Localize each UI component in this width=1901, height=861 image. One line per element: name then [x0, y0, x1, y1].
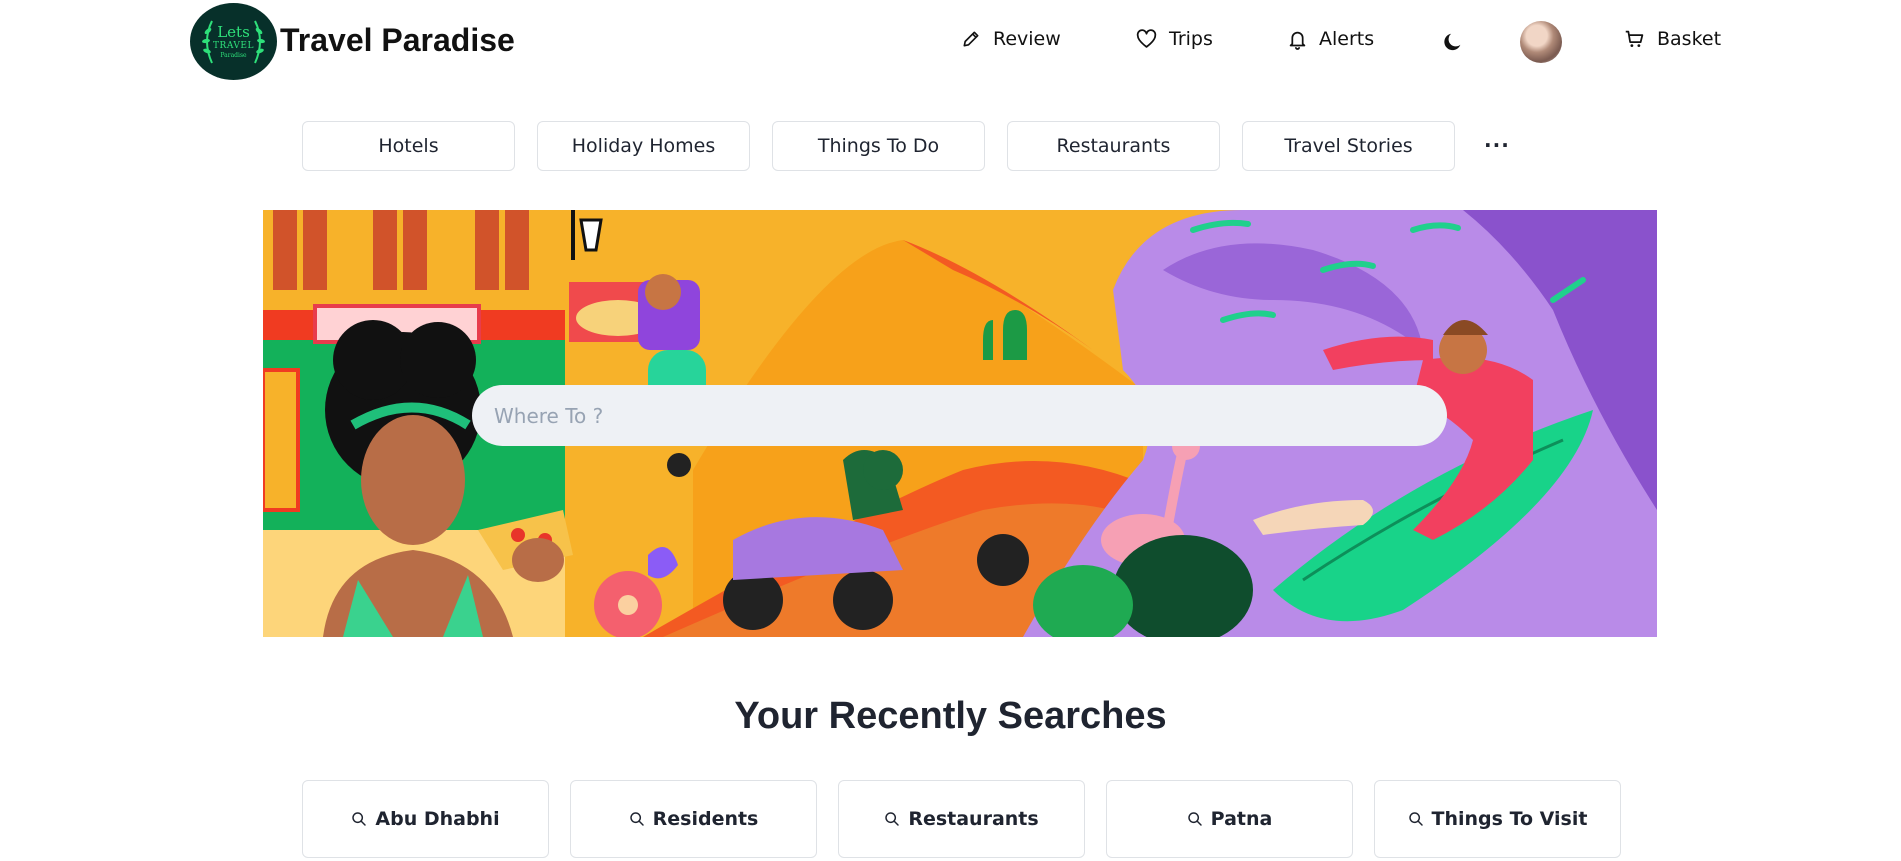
recent-search-label: Patna [1210, 808, 1273, 830]
recent-search-item[interactable]: Patna [1106, 780, 1353, 858]
heart-icon [1136, 29, 1157, 48]
recent-search-label: Restaurants [908, 808, 1039, 830]
recent-search-item[interactable]: Abu Dhabhi [302, 780, 549, 858]
search-icon [629, 812, 644, 826]
cart-icon [1625, 30, 1644, 47]
nav-basket[interactable]: Basket [1624, 28, 1721, 50]
recent-searches-title: Your Recently Searches [734, 695, 1167, 737]
logo-text: Paradise [220, 51, 247, 59]
recent-search-item[interactable]: Things To Visit [1374, 780, 1621, 858]
recent-search-label: Things To Visit [1431, 808, 1588, 830]
nav-basket-label: Basket [1657, 28, 1722, 50]
tab-restaurants[interactable]: Restaurants [1007, 121, 1220, 171]
brand-title[interactable]: Travel Paradise [280, 22, 515, 59]
search-icon [1408, 812, 1423, 826]
nav-trips[interactable]: Trips [1136, 28, 1213, 50]
nav-review-label: Review [993, 28, 1061, 50]
nav-alerts-label: Alerts [1319, 28, 1375, 50]
nav-alerts[interactable]: Alerts [1288, 28, 1374, 50]
avatar[interactable] [1520, 21, 1562, 63]
logo-text: TRAVEL [213, 40, 254, 51]
tab-travel-stories[interactable]: Travel Stories [1242, 121, 1455, 171]
search-input[interactable] [472, 385, 1447, 446]
site-logo[interactable]: Lets TRAVEL Paradise [190, 3, 277, 80]
tab-holiday-homes[interactable]: Holiday Homes [537, 121, 750, 171]
nav-review[interactable]: Review [961, 28, 1061, 50]
pencil-icon [963, 31, 979, 47]
recent-search-label: Abu Dhabhi [375, 808, 500, 830]
recent-search-item[interactable]: Residents [570, 780, 817, 858]
moon-icon [1444, 33, 1461, 51]
theme-toggle-button[interactable] [1442, 31, 1464, 57]
more-options-button[interactable]: ··· [1484, 133, 1510, 157]
recent-search-item[interactable]: Restaurants [838, 780, 1085, 858]
search-icon [885, 812, 900, 826]
nav-trips-label: Trips [1169, 28, 1213, 50]
recent-search-label: Residents [652, 808, 759, 830]
tab-things-to-do[interactable]: Things To Do [772, 121, 985, 171]
search-icon [352, 812, 367, 826]
bell-icon [1289, 31, 1306, 50]
logo-text: Lets [217, 22, 250, 41]
search-icon [1187, 812, 1202, 826]
tab-hotels[interactable]: Hotels [302, 121, 515, 171]
